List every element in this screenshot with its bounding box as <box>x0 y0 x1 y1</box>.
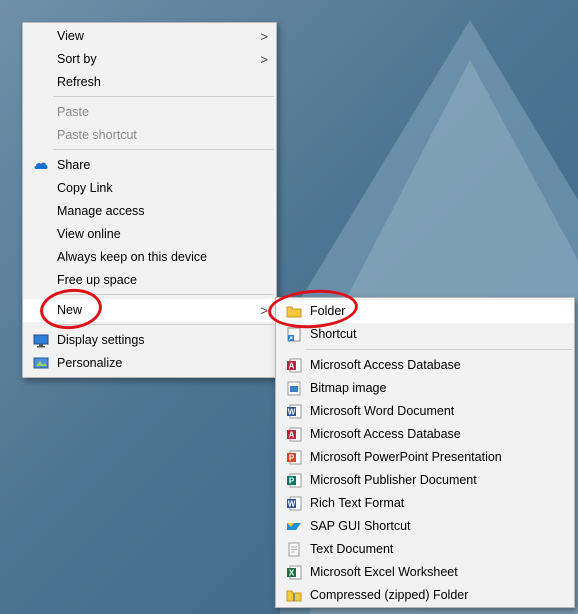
menu-item-label: Always keep on this device <box>57 250 208 264</box>
menu-item-label: Text Document <box>310 542 394 556</box>
onedrive-cloud-icon <box>33 158 49 173</box>
sap-gui-icon <box>286 519 302 534</box>
rich-text-icon: W <box>286 496 302 511</box>
menu-item-label: Microsoft PowerPoint Presentation <box>310 450 502 464</box>
submenu-item-word-document[interactable]: W Microsoft Word Document <box>276 400 574 423</box>
menu-separator <box>306 349 572 350</box>
submenu-item-text-document[interactable]: Text Document <box>276 538 574 561</box>
chevron-right-icon: > <box>260 52 268 67</box>
submenu-item-powerpoint[interactable]: P Microsoft PowerPoint Presentation <box>276 446 574 469</box>
menu-item-label: Manage access <box>57 204 145 218</box>
menu-item-label: Compressed (zipped) Folder <box>310 588 469 602</box>
excel-icon: X <box>286 565 302 580</box>
new-submenu: Folder Shortcut A Microsoft Access Datab… <box>275 297 575 608</box>
word-document-icon: W <box>286 404 302 419</box>
svg-text:W: W <box>288 408 296 417</box>
menu-item-label: Microsoft Word Document <box>310 404 455 418</box>
menu-item-share[interactable]: Share <box>23 154 276 177</box>
menu-item-label: Microsoft Access Database <box>310 427 461 441</box>
display-settings-icon <box>33 333 49 348</box>
submenu-item-excel-worksheet[interactable]: X Microsoft Excel Worksheet <box>276 561 574 584</box>
shortcut-icon <box>286 327 302 342</box>
text-document-icon <box>286 542 302 557</box>
svg-text:W: W <box>288 500 296 509</box>
menu-item-view[interactable]: View > <box>23 25 276 48</box>
menu-item-label: Copy Link <box>57 181 113 195</box>
menu-item-label: Paste shortcut <box>57 128 137 142</box>
submenu-item-compressed-folder[interactable]: Compressed (zipped) Folder <box>276 584 574 607</box>
svg-text:A: A <box>289 431 295 440</box>
svg-text:P: P <box>289 454 295 463</box>
chevron-right-icon: > <box>260 303 268 318</box>
menu-item-personalize[interactable]: Personalize <box>23 352 276 375</box>
menu-item-free-up-space[interactable]: Free up space <box>23 269 276 292</box>
chevron-right-icon: > <box>260 29 268 44</box>
menu-item-paste[interactable]: Paste <box>23 101 276 124</box>
svg-text:X: X <box>289 569 295 578</box>
menu-item-label: Microsoft Access Database <box>310 358 461 372</box>
personalize-icon <box>33 356 49 371</box>
menu-item-always-keep[interactable]: Always keep on this device <box>23 246 276 269</box>
menu-item-label: Display settings <box>57 333 145 347</box>
bitmap-image-icon <box>286 381 302 396</box>
submenu-item-bitmap-image[interactable]: Bitmap image <box>276 377 574 400</box>
menu-item-label: View online <box>57 227 121 241</box>
svg-text:P: P <box>289 477 295 486</box>
menu-item-view-online[interactable]: View online <box>23 223 276 246</box>
svg-text:A: A <box>289 362 295 371</box>
menu-item-label: Personalize <box>57 356 123 370</box>
menu-item-label: Microsoft Excel Worksheet <box>310 565 458 579</box>
menu-item-refresh[interactable]: Refresh <box>23 71 276 94</box>
menu-item-label: Share <box>57 158 91 172</box>
submenu-item-rich-text[interactable]: W Rich Text Format <box>276 492 574 515</box>
menu-item-sort-by[interactable]: Sort by > <box>23 48 276 71</box>
submenu-item-publisher[interactable]: P Microsoft Publisher Document <box>276 469 574 492</box>
menu-item-paste-shortcut[interactable]: Paste shortcut <box>23 124 276 147</box>
menu-item-label: Sort by <box>57 52 97 66</box>
access-database-icon: A <box>286 358 302 373</box>
menu-item-label: Refresh <box>57 75 101 89</box>
menu-item-label: Paste <box>57 105 89 119</box>
menu-item-label: Microsoft Publisher Document <box>310 473 477 487</box>
menu-item-copy-link[interactable]: Copy Link <box>23 177 276 200</box>
menu-item-manage-access[interactable]: Manage access <box>23 200 276 223</box>
menu-item-label: Rich Text Format <box>310 496 405 510</box>
menu-separator <box>53 149 274 150</box>
menu-item-label: View <box>57 29 84 43</box>
menu-item-label: SAP GUI Shortcut <box>310 519 411 533</box>
publisher-icon: P <box>286 473 302 488</box>
access-database-icon: A <box>286 427 302 442</box>
menu-separator <box>53 96 274 97</box>
menu-item-display-settings[interactable]: Display settings <box>23 329 276 352</box>
zip-folder-icon <box>286 588 302 603</box>
submenu-item-access-database[interactable]: A Microsoft Access Database <box>276 354 574 377</box>
submenu-item-sap-gui-shortcut[interactable]: SAP GUI Shortcut <box>276 515 574 538</box>
powerpoint-icon: P <box>286 450 302 465</box>
submenu-item-access-database-2[interactable]: A Microsoft Access Database <box>276 423 574 446</box>
menu-item-label: Bitmap image <box>310 381 387 395</box>
